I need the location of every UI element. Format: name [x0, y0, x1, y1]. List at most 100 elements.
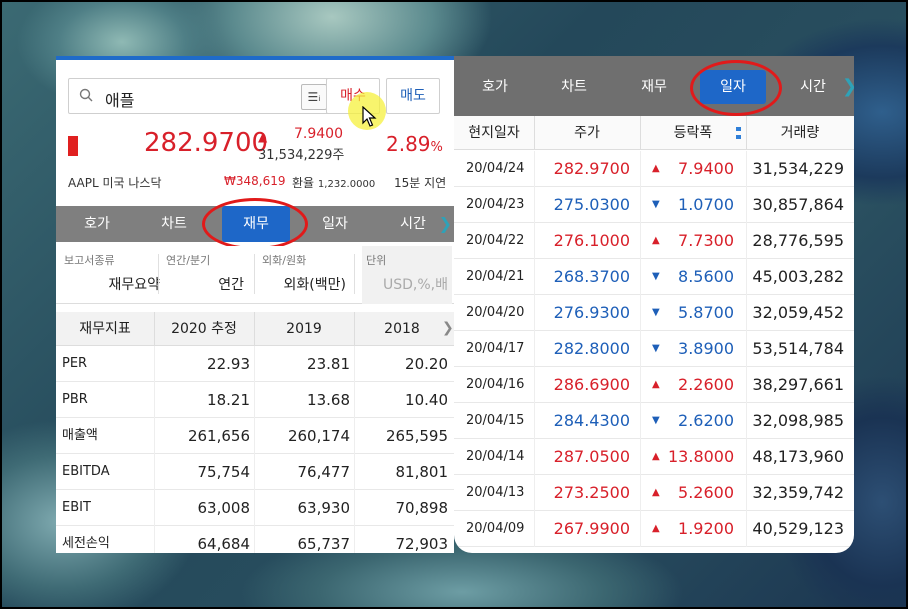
down-triangle-icon: ▼ — [652, 307, 660, 318]
price-cell: 287.0500 — [553, 447, 630, 466]
volume-cell: 30,857,864 — [752, 195, 844, 214]
down-triangle-icon: ▼ — [652, 343, 660, 354]
table-row[interactable]: 20/04/22 276.1000 ▲ 7.7300 28,776,595 — [454, 223, 854, 259]
table-cell: 20.20 — [405, 355, 448, 373]
tab-financials[interactable]: 재무 — [222, 206, 290, 242]
filter-unit[interactable]: 단위 USD,%,배 — [362, 246, 452, 304]
filter-label: 보고서종류 — [64, 254, 115, 267]
right-tab-bar: 호가 차트 재무 일자 시간 ❯ — [454, 56, 854, 116]
table-cell: 64,684 — [197, 535, 251, 553]
tab-financials[interactable]: 재무 — [626, 70, 682, 104]
divider — [640, 475, 641, 511]
delay-notice: 15분 지연 — [394, 176, 447, 190]
volume-cell: 32,359,742 — [752, 483, 844, 502]
tab-hoga[interactable]: 호가 — [468, 70, 522, 104]
sell-button[interactable]: 매도 — [386, 78, 440, 114]
list-icon[interactable]: ☰ᵢ — [301, 84, 327, 110]
divider — [534, 151, 535, 187]
chevron-right-icon[interactable]: ❯ — [439, 214, 452, 233]
tab-chart[interactable]: 차트 — [146, 206, 202, 242]
table-row[interactable]: 20/04/20 276.9300 ▼ 5.8700 32,059,452 — [454, 295, 854, 331]
tab-hoga[interactable]: 호가 — [70, 206, 124, 242]
change-cell: 8.5600 — [678, 267, 734, 286]
up-triangle-icon: ▲ — [652, 451, 660, 462]
table-row: 세전손익 64,684 65,737 72,903 — [56, 526, 454, 553]
divider — [534, 259, 535, 295]
daily-prices-panel: 호가 차트 재무 일자 시간 ❯ 현지일자 주가 등락폭 거래량 20/04/2… — [454, 56, 854, 553]
current-price: 282.9700 — [144, 128, 269, 158]
table-row[interactable]: 20/04/16 286.6900 ▲ 2.2600 38,297,661 — [454, 367, 854, 403]
divider — [640, 439, 641, 475]
price-cell: 284.4300 — [553, 411, 630, 430]
divider — [354, 254, 355, 294]
table-cell: 76,477 — [297, 463, 351, 481]
divider — [534, 475, 535, 511]
table-cell: 72,903 — [395, 535, 449, 553]
table-row: PER 22.93 23.81 20.20 — [56, 346, 454, 382]
change-rate: 2.89% — [386, 132, 443, 156]
filter-value: 외화(백만) — [283, 277, 346, 293]
table-row[interactable]: 20/04/24 282.9700 ▲ 7.9400 31,534,229 — [454, 151, 854, 187]
row-label: PBR — [62, 392, 88, 407]
divider — [158, 254, 159, 294]
tab-chart[interactable]: 차트 — [546, 70, 602, 104]
filter-currency[interactable]: 외화/원화 외화(백만) — [262, 252, 346, 300]
filter-value: 연간 — [218, 277, 244, 293]
volume-cell: 32,098,985 — [752, 411, 844, 430]
price-cell: 282.9700 — [553, 159, 630, 178]
price-cell: 276.9300 — [553, 303, 630, 322]
table-cell: 265,595 — [385, 427, 448, 445]
price-cell: 276.1000 — [553, 231, 630, 250]
tab-daily[interactable]: 일자 — [308, 206, 362, 242]
table-cell: 63,930 — [297, 499, 351, 517]
column-header: 등락폭 — [673, 125, 713, 141]
table-row[interactable]: 20/04/17 282.8000 ▼ 3.8900 53,514,784 — [454, 331, 854, 367]
price-cell: 282.8000 — [553, 339, 630, 358]
price-cell: 267.9900 — [553, 519, 630, 538]
tab-daily[interactable]: 일자 — [700, 70, 766, 104]
down-triangle-icon: ▼ — [652, 415, 660, 426]
table-cell: 75,754 — [197, 463, 251, 481]
table-row: EBIT 63,008 63,930 70,898 — [56, 490, 454, 526]
column-header: 재무지표 — [79, 321, 131, 337]
tab-time[interactable]: 시간 — [386, 206, 440, 242]
divider — [534, 439, 535, 475]
report-filters: 보고서종류 재무요약 연간/분기 연간 외화/원화 외화(백만) 단위 USD,… — [56, 246, 454, 304]
change-cell: 2.6200 — [678, 411, 734, 430]
table-row[interactable]: 20/04/23 275.0300 ▼ 1.0700 30,857,864 — [454, 187, 854, 223]
column-header: 2020 추정 — [171, 321, 237, 337]
date-cell: 20/04/16 — [466, 377, 525, 392]
chevron-right-icon[interactable]: ❯ — [442, 320, 454, 336]
divider — [640, 259, 641, 295]
change-cell: 1.9200 — [678, 519, 734, 538]
date-cell: 20/04/15 — [466, 413, 525, 428]
date-cell: 20/04/24 — [466, 161, 525, 176]
up-triangle-icon: ▲ — [652, 235, 660, 246]
table-row[interactable]: 20/04/15 284.4300 ▼ 2.6200 32,098,985 — [454, 403, 854, 439]
search-input[interactable]: 애플 ☰ᵢ — [68, 78, 334, 114]
volume-cell: 40,529,123 — [752, 519, 844, 538]
up-triangle-icon: ▲ — [652, 487, 660, 498]
table-row[interactable]: 20/04/13 273.2500 ▲ 5.2600 32,359,742 — [454, 475, 854, 511]
divider — [640, 511, 641, 547]
filter-period[interactable]: 연간/분기 연간 — [166, 252, 244, 300]
table-header: 현지일자 주가 등락폭 거래량 — [454, 116, 854, 150]
search-value: 애플 — [105, 91, 135, 110]
chevron-right-icon[interactable]: ❯ — [842, 76, 854, 97]
table-cell: 63,008 — [197, 499, 251, 517]
date-cell: 20/04/13 — [466, 485, 525, 500]
sort-icon[interactable] — [736, 125, 742, 141]
change-rate-unit: % — [430, 140, 443, 155]
table-row[interactable]: 20/04/14 287.0500 ▲ 13.8000 48,173,960 — [454, 439, 854, 475]
tab-time[interactable]: 시간 — [786, 70, 840, 104]
divider — [640, 403, 641, 439]
change-cell: 7.9400 — [678, 159, 734, 178]
table-row[interactable]: 20/04/09 267.9900 ▲ 1.9200 40,529,123 — [454, 511, 854, 547]
row-label: 매출액 — [62, 428, 98, 443]
date-cell: 20/04/22 — [466, 233, 525, 248]
table-row[interactable]: 20/04/21 268.3700 ▼ 8.5600 45,003,282 — [454, 259, 854, 295]
table-row: 매출액 261,656 260,174 265,595 — [56, 418, 454, 454]
filter-report-type[interactable]: 보고서종류 재무요약 — [64, 252, 160, 300]
volume-cell: 53,514,784 — [752, 339, 844, 358]
table-cell: 18.21 — [207, 391, 250, 409]
